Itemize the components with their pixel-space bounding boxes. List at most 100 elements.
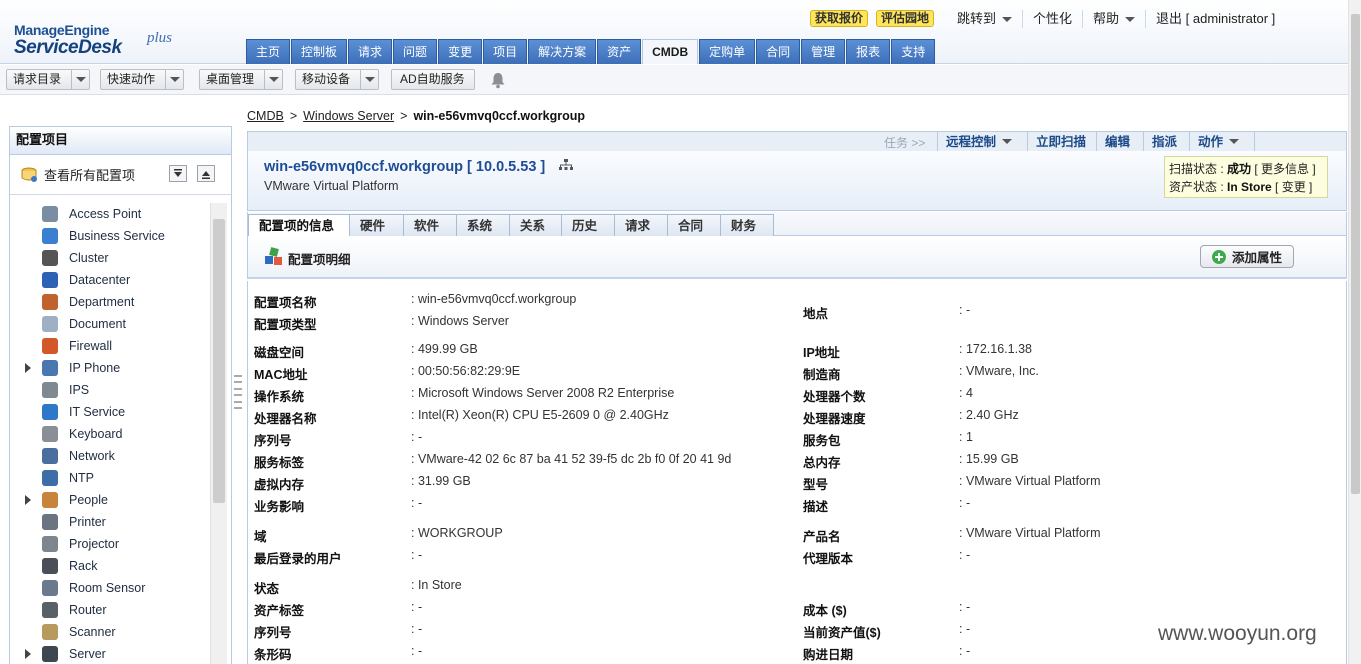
- panel-splitter-handle[interactable]: [234, 375, 242, 409]
- ad-self-service-button[interactable]: AD自助服务: [391, 69, 475, 90]
- tab-6[interactable]: 请求: [614, 214, 668, 237]
- sidebar-item[interactable]: People: [10, 489, 210, 511]
- main-tab[interactable]: 项目: [483, 39, 528, 64]
- collapse-all-icon[interactable]: [169, 165, 187, 182]
- actions-menu-button[interactable]: 动作: [1189, 132, 1255, 151]
- help-menu[interactable]: 帮助: [1083, 10, 1147, 28]
- field-value: : -: [411, 622, 423, 636]
- sidebar-title: 配置项目: [10, 127, 231, 155]
- sidebar-item[interactable]: Document: [10, 313, 210, 335]
- main-tab[interactable]: 变更: [438, 39, 483, 64]
- personalize-link[interactable]: 个性化: [1023, 10, 1084, 28]
- tab-0[interactable]: 配置项的信息: [248, 214, 350, 237]
- expand-arrow-icon[interactable]: [25, 649, 31, 659]
- bell-icon[interactable]: [489, 71, 507, 89]
- expand-arrow-icon[interactable]: [25, 495, 31, 505]
- request-catalog-button[interactable]: 请求目录: [6, 69, 90, 90]
- tab-4[interactable]: 关系: [509, 214, 562, 237]
- tab-5[interactable]: 历史: [561, 214, 615, 237]
- mobile-devices-button[interactable]: 移动设备: [295, 69, 379, 90]
- field-value: : VMware, Inc.: [959, 364, 1039, 378]
- tab-3[interactable]: 系统: [456, 214, 510, 237]
- chevron-down-icon[interactable]: [71, 70, 89, 89]
- sidebar-item[interactable]: Projector: [10, 533, 210, 555]
- sidebar-item[interactable]: Department: [10, 291, 210, 313]
- chevron-down-icon[interactable]: [165, 70, 183, 89]
- edit-button[interactable]: 编辑: [1096, 132, 1143, 151]
- scan-status-label: 扫描状态 :: [1169, 162, 1224, 176]
- logout-link[interactable]: 退出 [ administrator ]: [1146, 10, 1285, 28]
- page-scrollbar[interactable]: [1348, 0, 1361, 664]
- main-tab[interactable]: 支持: [891, 39, 936, 64]
- tab-8[interactable]: 财务: [720, 214, 774, 237]
- page-scrollbar-thumb[interactable]: [1351, 14, 1360, 494]
- add-attribute-button[interactable]: 添加属性: [1200, 245, 1294, 268]
- main-tab[interactable]: 定购单: [699, 39, 756, 64]
- sidebar-item[interactable]: IP Phone: [10, 357, 210, 379]
- scan-now-button[interactable]: 立即扫描: [1027, 132, 1096, 151]
- quick-actions-label: 快速动作: [107, 72, 156, 86]
- main-tab[interactable]: 资产: [597, 39, 642, 64]
- tab-1[interactable]: 硬件: [349, 214, 404, 237]
- change-status-link[interactable]: [ 变更 ]: [1275, 180, 1312, 194]
- sidebar-item[interactable]: Access Point: [10, 203, 210, 225]
- field-label: IP地址: [803, 346, 840, 360]
- assign-button[interactable]: 指派: [1143, 132, 1189, 151]
- main-tab[interactable]: 合同: [756, 39, 801, 64]
- network-topology-icon[interactable]: [559, 159, 574, 171]
- ci-title-text: win-e56vmvq0ccf.workgroup [ 10.0.5.53 ]: [264, 159, 546, 175]
- desktop-management-button[interactable]: 桌面管理: [199, 69, 283, 90]
- sidebar-item[interactable]: Keyboard: [10, 423, 210, 445]
- jump-to-menu[interactable]: 跳转到: [947, 10, 1024, 28]
- view-all-cis-link[interactable]: 查看所有配置项: [10, 155, 231, 195]
- sidebar-item[interactable]: NTP: [10, 467, 210, 489]
- sidebar-item[interactable]: Scanner: [10, 621, 210, 643]
- expand-arrow-icon[interactable]: [25, 363, 31, 373]
- expand-all-icon[interactable]: [197, 165, 215, 182]
- main-tab[interactable]: 管理: [801, 39, 846, 64]
- sidebar-item[interactable]: Rack: [10, 555, 210, 577]
- sidebar-item[interactable]: Room Sensor: [10, 577, 210, 599]
- breadcrumb-windows-server-link[interactable]: Windows Server: [303, 109, 394, 123]
- main-tab[interactable]: 问题: [393, 39, 438, 64]
- sidebar-item[interactable]: Firewall: [10, 335, 210, 357]
- detail-title: 配置项明细: [288, 252, 351, 267]
- sidebar-item[interactable]: Network: [10, 445, 210, 467]
- remote-control-button[interactable]: 远程控制: [937, 132, 1027, 151]
- tasks-link[interactable]: 任务 >>: [884, 134, 925, 151]
- sidebar-item[interactable]: Cluster: [10, 247, 210, 269]
- sidebar-item[interactable]: Business Service: [10, 225, 210, 247]
- main-tab[interactable]: CMDB: [642, 39, 699, 64]
- more-info-link[interactable]: [ 更多信息 ]: [1254, 162, 1315, 176]
- servicedesk-logo[interactable]: ManageEngine ServiceDesk plus: [14, 12, 184, 62]
- field-label: 产品名: [803, 530, 841, 544]
- sidebar-item[interactable]: IPS: [10, 379, 210, 401]
- tab-2[interactable]: 软件: [403, 214, 457, 237]
- logout-link-label: 退出 [ administrator ]: [1156, 11, 1276, 26]
- main-tab[interactable]: 请求: [348, 39, 393, 64]
- field-value: : 499.99 GB: [411, 342, 478, 356]
- sidebar-item[interactable]: Datacenter: [10, 269, 210, 291]
- field-value: : 172.16.1.38: [959, 342, 1032, 356]
- main-tab[interactable]: 控制板: [291, 39, 348, 64]
- evaluation-center-button[interactable]: 评估园地: [876, 10, 935, 27]
- field-label: 代理版本: [803, 552, 854, 566]
- sidebar-scrollbar[interactable]: [210, 203, 227, 664]
- main-tab[interactable]: 主页: [246, 39, 291, 64]
- sidebar-item[interactable]: Router: [10, 599, 210, 621]
- sidebar-scrollbar-thumb[interactable]: [213, 219, 225, 503]
- chevron-down-icon[interactable]: [264, 70, 282, 89]
- quick-actions-button[interactable]: 快速动作: [100, 69, 184, 90]
- field-value: : -: [959, 600, 971, 614]
- chevron-down-icon[interactable]: [360, 70, 378, 89]
- breadcrumb-cmdb-link[interactable]: CMDB: [247, 109, 284, 123]
- sidebar-item[interactable]: Server: [10, 643, 210, 664]
- sidebar-item[interactable]: Printer: [10, 511, 210, 533]
- get-quote-button[interactable]: 获取报价: [810, 10, 869, 27]
- main-tab[interactable]: 解决方案: [528, 39, 597, 64]
- main-tab[interactable]: 报表: [846, 39, 891, 64]
- tab-7[interactable]: 合同: [667, 214, 721, 237]
- sidebar-item-label: Department: [69, 295, 135, 309]
- datacenter-icon: [42, 272, 58, 288]
- sidebar-item[interactable]: IT Service: [10, 401, 210, 423]
